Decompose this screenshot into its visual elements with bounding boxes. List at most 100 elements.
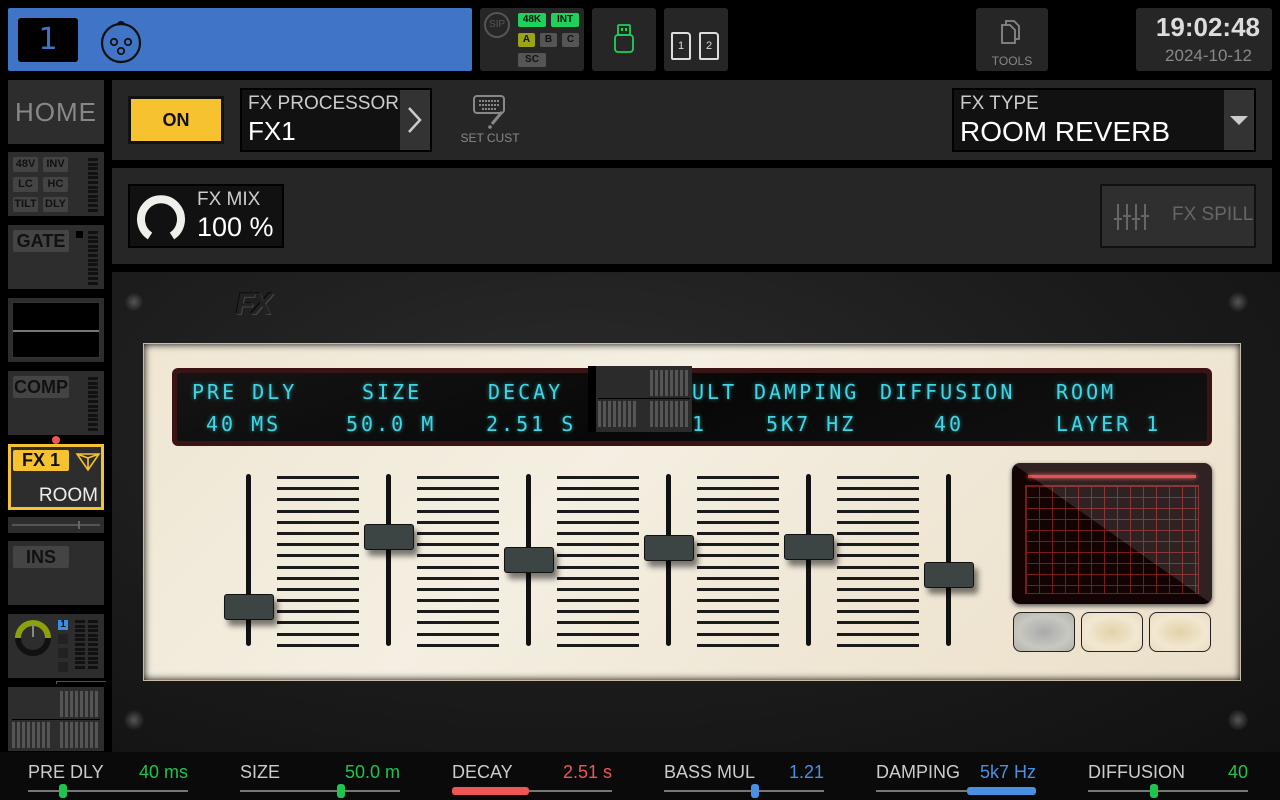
xlr-input-icon — [100, 21, 142, 64]
input-meter — [88, 158, 98, 213]
fader-knob-pre-dly[interactable] — [224, 593, 274, 620]
fx-slot-type: ROOM — [38, 485, 98, 506]
ins-label: INS — [13, 546, 69, 568]
clock-time: 19:02:48 — [1155, 12, 1260, 42]
param-thumb-pre-dly[interactable] — [59, 784, 68, 798]
send-badge: 1 — [58, 620, 68, 630]
send-meter-r — [88, 620, 98, 671]
chevron-right-icon — [408, 107, 422, 133]
sample-rate-badge: 48K — [518, 13, 546, 27]
fx-type-dropdown-button[interactable] — [1224, 90, 1254, 150]
fader-scale — [557, 476, 639, 655]
fader-knob-diffusion[interactable] — [924, 561, 974, 588]
fader-knob-damping[interactable] — [784, 533, 834, 560]
lcd-value-size: 50.0 M — [346, 412, 437, 436]
preset-button-3[interactable] — [1149, 612, 1211, 652]
param-value-decay: 2.51 s — [562, 762, 612, 782]
bus-a-badge: A — [518, 33, 535, 47]
flag-dly: DLY — [43, 197, 68, 212]
prism-icon — [75, 453, 101, 472]
sd-card-1-icon: 1 — [671, 32, 691, 60]
signal-dot — [52, 436, 60, 444]
sidebar-ins-block[interactable]: INS — [8, 541, 104, 605]
fx-type-value: ROOM REVERB — [960, 116, 1171, 147]
bus-b-badge: B — [540, 33, 557, 47]
flag-lc: LC — [13, 177, 38, 192]
fx-processor-label: FX PROCESSOR — [248, 93, 399, 114]
fader-knob-decay[interactable] — [504, 547, 554, 573]
gate-meter — [88, 231, 98, 286]
lcd-name-damping: DAMPING — [754, 380, 860, 404]
lcd-name-decay: DECAY — [488, 380, 564, 404]
param-thumb-bass-mul[interactable] — [751, 784, 760, 798]
param-value-pre-dly: 40 ms — [138, 762, 188, 782]
flag-inv: INV — [43, 157, 68, 172]
lcd-name-pre-dly: PRE DLY — [192, 380, 298, 404]
screw-icon — [1228, 292, 1248, 312]
clock-source-badge: INT — [551, 13, 579, 27]
param-slider-size[interactable] — [240, 790, 400, 792]
fx-type-label: FX TYPE — [960, 93, 1039, 114]
lcd-value-pre-dly: 40 MS — [206, 412, 282, 436]
lcd-name-bass-mul: ULT — [692, 380, 738, 404]
sidebar-fx-fader[interactable] — [8, 517, 104, 533]
on-button[interactable]: ON — [128, 96, 224, 144]
fader-scale — [837, 476, 919, 655]
bus-c-badge: C — [562, 33, 579, 47]
param-slider-pre-dly[interactable] — [28, 790, 188, 792]
lcd-value-bass-mul: 1 — [692, 412, 708, 436]
gate-indicator — [76, 231, 83, 238]
param-slider-bass-mul[interactable] — [664, 790, 824, 792]
param-slider-diffusion[interactable] — [1088, 790, 1248, 792]
sidebar-send-block[interactable]: 1 — [8, 614, 104, 678]
usb-button[interactable] — [592, 8, 656, 71]
lcd-value-damping: 5K7 HZ — [766, 412, 857, 436]
fader-track-damping[interactable] — [806, 474, 811, 646]
fader-knob-size[interactable] — [364, 523, 414, 550]
next-processor-button[interactable] — [400, 90, 430, 150]
sidebar-input-block[interactable]: 48V INV LC HC TILT DLY — [8, 152, 104, 216]
preset-button-1[interactable] — [1013, 612, 1075, 652]
param-fill-damping[interactable] — [967, 787, 1036, 795]
xy-pad[interactable] — [1012, 463, 1212, 604]
fx-mix-value: 100 % — [197, 212, 274, 242]
lcd-value-diffusion: 40 — [934, 412, 965, 436]
param-fill-decay[interactable] — [452, 787, 529, 795]
sidebar-main-fader-block[interactable] — [8, 687, 104, 751]
sip-indicator: SIP — [484, 12, 510, 38]
gate-label: GATE — [13, 230, 69, 252]
param-thumb-size[interactable] — [336, 784, 345, 798]
comp-label: COMP — [13, 376, 69, 398]
screw-icon — [124, 710, 144, 730]
home-button[interactable]: HOME — [8, 80, 104, 144]
sidebar-comp-block[interactable]: COMP — [8, 371, 104, 435]
sidebar-gate-block[interactable]: GATE — [8, 225, 104, 289]
param-value-diffusion: 40 — [1227, 762, 1248, 782]
fader-track-size[interactable] — [386, 474, 391, 646]
clock-date: 2024-10-12 — [1165, 46, 1252, 65]
fx-logo: FX — [236, 288, 272, 321]
param-name-size: SIZE — [240, 762, 281, 782]
fader-knob-bass-mul[interactable] — [644, 535, 694, 562]
param-value-bass-mul: 1.21 — [788, 762, 824, 782]
flag-hc: HC — [43, 177, 68, 192]
comp-meter — [88, 377, 98, 432]
screw-icon — [1228, 710, 1248, 730]
sidebar-fx-slot[interactable]: FX 1 ROOM — [8, 444, 104, 510]
mix-knob-icon — [137, 195, 185, 240]
eq-curve-preview — [12, 302, 100, 358]
sc-badge: SC — [518, 53, 546, 67]
sidebar-eq-block[interactable] — [8, 298, 104, 362]
lcd-name-size: SIZE — [362, 380, 423, 404]
on-label: ON — [131, 99, 221, 141]
sd-cards-button[interactable]: 1 2 — [664, 8, 728, 71]
lcd-scroll-handle[interactable] — [588, 366, 692, 432]
send-meter-l — [75, 620, 85, 671]
param-name-decay: DECAY — [452, 762, 513, 782]
preset-button-2[interactable] — [1081, 612, 1143, 652]
fader-track-pre-dly[interactable] — [246, 474, 251, 646]
param-thumb-diffusion[interactable] — [1149, 784, 1158, 798]
flag-48v: 48V — [13, 157, 38, 172]
param-value-damping: 5k7 Hz — [979, 762, 1036, 782]
fader-track-diffusion[interactable] — [946, 474, 951, 646]
